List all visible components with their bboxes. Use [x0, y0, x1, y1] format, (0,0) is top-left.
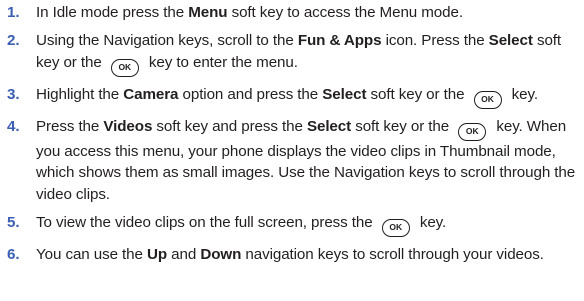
step-number: 1. [7, 4, 20, 21]
instruction-step: 5. To view the video clips on the full sc… [0, 212, 584, 238]
text-run: navigation keys to scroll through your v… [241, 246, 544, 264]
bold-term: Menu [188, 4, 228, 21]
ok-key-icon: OK [110, 58, 139, 77]
text-run: soft key to access the Menu mode. [227, 4, 463, 21]
ok-key-icon: OK [473, 90, 502, 109]
step-text: To view the video clips on the full scre… [36, 214, 447, 238]
ok-key-icon: OK [458, 122, 487, 141]
bold-term: Fun & Apps [297, 32, 382, 50]
text-run: soft key or the [351, 117, 454, 135]
step-text: Using the Navigation keys, scroll to the… [36, 32, 561, 77]
step-text: Highlight the Camera option and press th… [36, 85, 538, 109]
step-number: 4. [7, 117, 20, 135]
text-run: You can use the [36, 246, 147, 264]
text-run: In Idle mode press the [36, 4, 189, 21]
step-text: Press the Videos soft key and press the … [36, 118, 575, 203]
text-run: To view the video clips on the full scre… [36, 214, 377, 232]
bold-term: Videos [103, 117, 153, 135]
text-run: key. [507, 85, 538, 103]
text-run: key. [415, 214, 447, 232]
bold-term: Camera [123, 85, 179, 103]
text-run: soft key and press the [152, 117, 307, 135]
text-run: option and press the [178, 85, 323, 103]
instruction-step: 2. Using the Navigation keys, scroll to t… [0, 30, 584, 77]
step-text: In Idle mode press the Menu soft key to … [36, 4, 463, 21]
instruction-step: 6. You can use the Up and Down navigation… [0, 244, 584, 265]
instruction-step: 4. Press the Videos soft key and press th… [0, 116, 584, 205]
bold-term: Down [200, 246, 242, 264]
text-run: Press the [36, 117, 104, 135]
instruction-step: 3. Highlight the Camera option and press … [0, 84, 584, 109]
bold-term: Select [322, 85, 367, 103]
ok-key-icon: OK [381, 219, 410, 238]
step-number: 5. [7, 214, 20, 232]
step-number: 6. [7, 246, 20, 264]
instruction-step: 1. In Idle mode press the Menu soft key t… [0, 2, 584, 23]
step-text: You can use the Up and Down navigation k… [36, 246, 544, 263]
step-number: 2. [7, 32, 20, 50]
text-run: Using the Navigation keys, scroll to the [36, 32, 298, 50]
text-run: icon. Press the [381, 32, 489, 50]
step-number: 3. [7, 85, 20, 103]
text-run: key to enter the menu. [144, 53, 298, 71]
text-run: and [167, 246, 201, 264]
text-run: soft key or the [366, 85, 469, 103]
bold-term: Select [488, 32, 533, 50]
bold-term: Select [306, 117, 352, 135]
instruction-steps: 1. In Idle mode press the Menu soft key t… [0, 0, 584, 265]
text-run: Highlight the [36, 85, 124, 103]
bold-term: Up [147, 246, 168, 264]
